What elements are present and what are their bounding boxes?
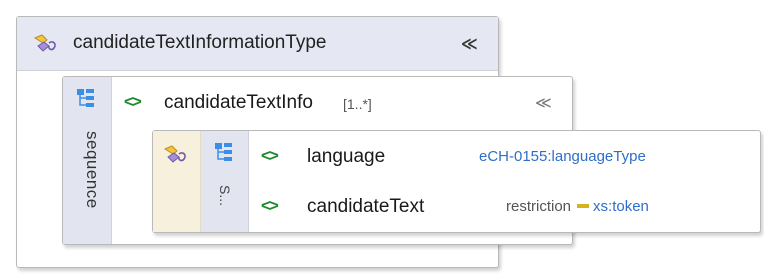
complex-type-icon xyxy=(33,34,56,52)
inner-type-column xyxy=(153,131,201,232)
complex-type-icon xyxy=(163,145,186,163)
inner-sequence-compositor[interactable]: S... xyxy=(201,131,249,232)
child-element-name: language xyxy=(307,146,386,167)
collapse-icon[interactable]: ≪ xyxy=(535,93,552,113)
child-row-candidate-text[interactable]: <> candidateText restriction xs:token xyxy=(249,181,760,231)
sequence-icon xyxy=(215,143,232,161)
inner-type-box: S... <> language eCH-0155:languageType <… xyxy=(152,130,761,233)
base-type[interactable]: xs:token xyxy=(593,198,649,215)
inner-sequence-label: S... xyxy=(217,185,233,207)
restriction-label: restriction xyxy=(506,198,572,215)
element-chevrons-icon: <> xyxy=(261,196,279,215)
restriction-info: restriction xs:token xyxy=(506,198,649,216)
restriction-dash-icon xyxy=(577,203,590,208)
element-chevrons-icon: <> xyxy=(124,92,142,111)
sequence-compositor[interactable]: sequence xyxy=(63,77,112,244)
element-chevrons-icon: <> xyxy=(261,146,279,165)
sequence-label: sequence xyxy=(83,131,102,209)
cardinality: [1..*] xyxy=(343,96,372,112)
sequence-icon xyxy=(77,89,94,107)
complex-type-header[interactable]: candidateTextInformationType ≪ xyxy=(17,17,498,71)
element-name[interactable]: candidateTextInfo xyxy=(164,92,313,114)
child-element-type[interactable]: eCH-0155:languageType xyxy=(479,148,646,165)
child-row-language[interactable]: <> language eCH-0155:languageType xyxy=(249,131,760,181)
collapse-icon[interactable]: ≪ xyxy=(461,34,478,54)
child-element-name: candidateText xyxy=(307,196,425,217)
complex-type-name: candidateTextInformationType xyxy=(73,32,327,53)
